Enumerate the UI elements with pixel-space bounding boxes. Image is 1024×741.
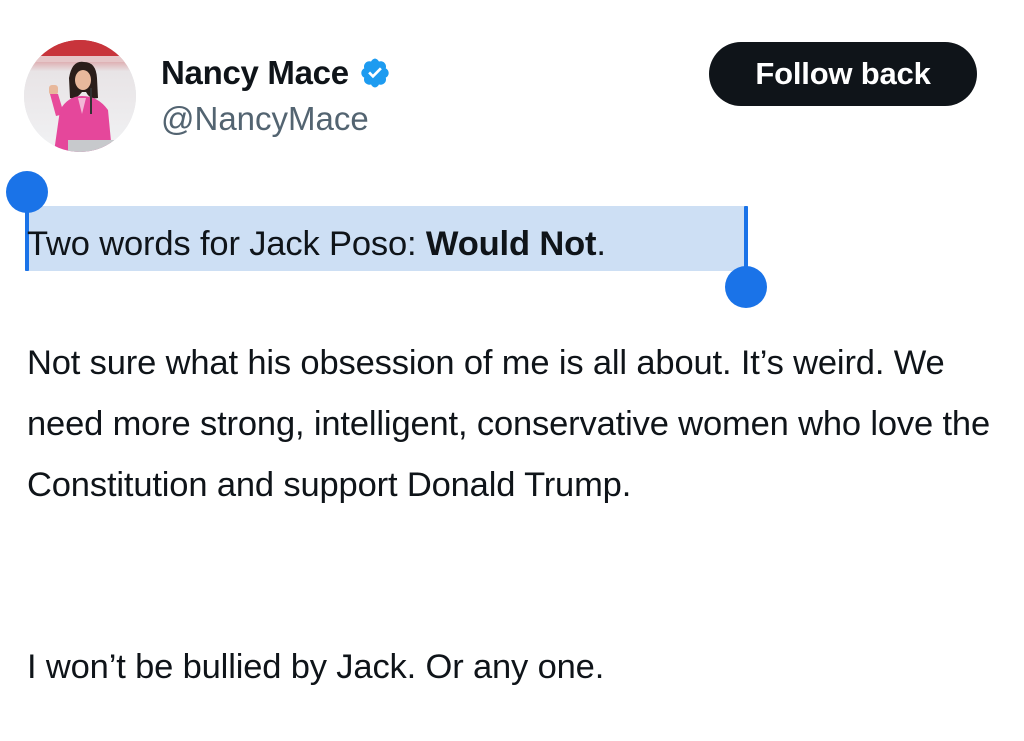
author-name-row: Nancy Mace: [161, 52, 391, 94]
tweet-first-line: Two words for Jack Poso: Would Not.: [27, 214, 1012, 275]
verified-badge-icon: [359, 57, 391, 89]
tweet-paragraph-3: I won’t be bullied by Jack. Or any one.: [27, 648, 605, 686]
avatar[interactable]: [24, 40, 136, 152]
tweet-line1-bold: Would Not: [425, 225, 597, 263]
tweet-paragraph-2: Not sure what his obsession of me is all…: [27, 344, 990, 504]
tweet-line1-period: .: [596, 225, 606, 263]
tweet-line1-text: Two words for Jack Poso:: [27, 225, 426, 263]
follow-back-button[interactable]: Follow back: [709, 42, 977, 106]
profile-photo: [24, 40, 136, 152]
selection-end-handle[interactable]: [725, 266, 767, 308]
selection-start-handle[interactable]: [6, 171, 48, 213]
author-handle[interactable]: @NancyMace: [161, 98, 369, 140]
display-name[interactable]: Nancy Mace: [161, 52, 349, 94]
